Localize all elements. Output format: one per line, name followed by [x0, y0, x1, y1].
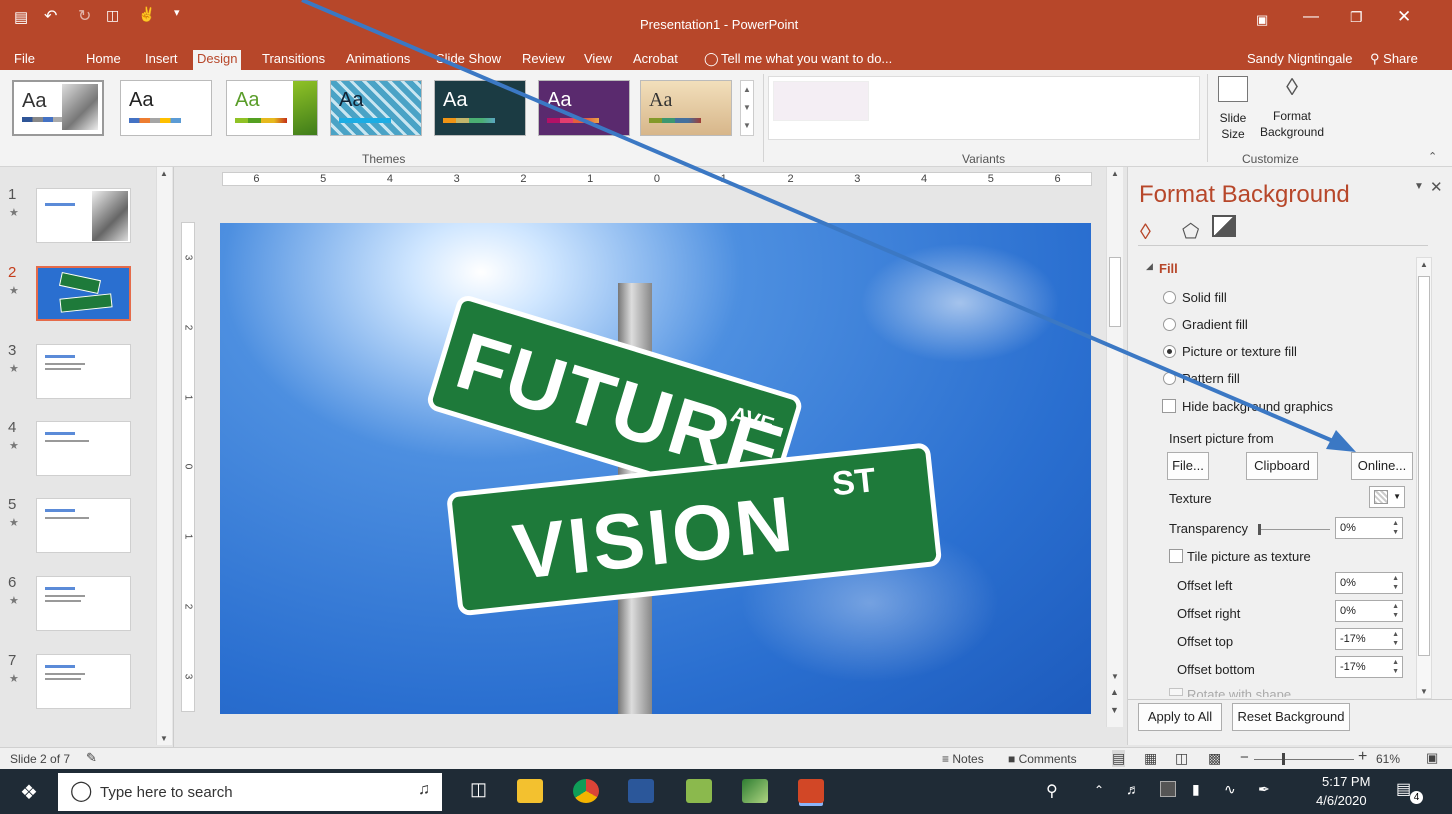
- zoom-level[interactable]: 61%: [1376, 752, 1400, 766]
- microphone-icon[interactable]: ♫: [418, 781, 430, 799]
- file-explorer-icon[interactable]: [517, 779, 543, 803]
- notes-button[interactable]: ≡ Notes: [942, 752, 984, 766]
- comments-button[interactable]: ■ Comments: [1008, 752, 1077, 766]
- task-view-icon[interactable]: ◫: [470, 779, 487, 800]
- volume-icon[interactable]: ♬: [1126, 781, 1140, 797]
- fit-to-window-icon[interactable]: ▣: [1426, 750, 1438, 766]
- taskbar: ❖ ◯ Type here to search ♫ ◫ ⚲ ⌃ ♬ ▮ ∿ ✒ …: [0, 769, 1452, 814]
- clock-date[interactable]: 4/6/2020: [1316, 793, 1367, 808]
- powerpoint-icon[interactable]: [798, 779, 824, 803]
- wifi-icon[interactable]: ∿: [1224, 781, 1236, 798]
- pen-icon[interactable]: ✒: [1258, 781, 1270, 798]
- zoom-in-icon[interactable]: +: [1358, 748, 1367, 766]
- word-icon[interactable]: [628, 779, 654, 803]
- security-tray-icon[interactable]: [1160, 781, 1176, 797]
- chrome-icon[interactable]: [573, 779, 599, 803]
- action-center-icon[interactable]: ▤: [1396, 779, 1411, 799]
- search-placeholder: Type here to search: [100, 784, 233, 801]
- tray-chevron-icon[interactable]: ⌃: [1094, 783, 1104, 797]
- photo-app-icon[interactable]: [686, 779, 712, 803]
- slide-sorter-icon[interactable]: ▦: [1144, 750, 1157, 767]
- clock-time[interactable]: 5:17 PM: [1322, 774, 1370, 789]
- taskbar-search-box[interactable]: ◯ Type here to search ♫: [58, 773, 442, 811]
- cortana-icon: ◯: [70, 780, 93, 802]
- green-app-icon[interactable]: [742, 779, 768, 803]
- zoom-out-icon[interactable]: −: [1240, 749, 1249, 766]
- people-icon[interactable]: ⚲: [1046, 781, 1058, 801]
- reading-view-icon[interactable]: ◫: [1175, 750, 1188, 767]
- normal-view-icon[interactable]: ▤: [1112, 750, 1126, 767]
- notes-icon: ≡: [942, 752, 950, 766]
- zoom-slider[interactable]: [1254, 753, 1354, 765]
- battery-icon[interactable]: ▮: [1192, 781, 1200, 798]
- status-bar: Slide 2 of 7 ✎ ≡ Notes ■ Comments ▤ ▦ ◫ …: [0, 747, 1452, 769]
- comment-icon: ■: [1008, 752, 1016, 766]
- annotation-arrow: [301, 0, 1356, 452]
- slideshow-view-icon[interactable]: ▩: [1208, 750, 1221, 767]
- slide-info: Slide 2 of 7: [10, 752, 71, 766]
- windows-start-icon[interactable]: ❖: [20, 780, 38, 805]
- notification-count: 4: [1410, 791, 1423, 804]
- spelling-icon[interactable]: ✎: [86, 750, 97, 766]
